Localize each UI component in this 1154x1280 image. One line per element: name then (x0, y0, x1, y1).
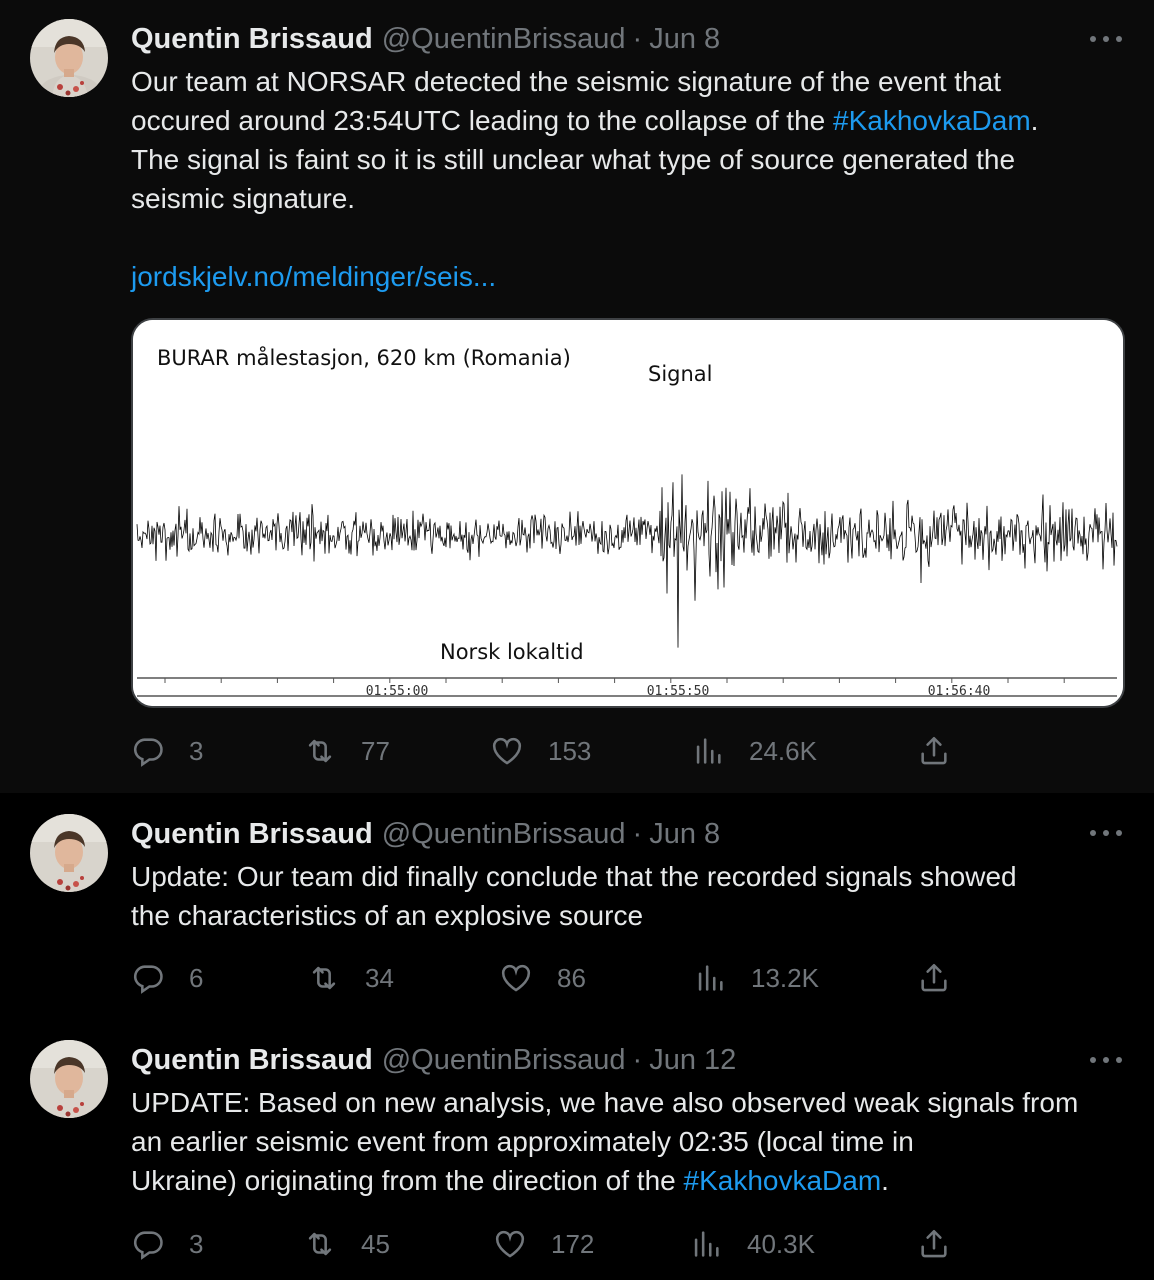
reply-count: 6 (189, 962, 204, 993)
reply-button[interactable]: 6 (131, 956, 203, 1000)
author-handle[interactable]: @QuentinBrissaud (382, 1044, 626, 1077)
like-icon (492, 737, 522, 765)
tick-label: 01:56:40 (928, 684, 991, 699)
tweet[interactable]: Quentin Brissaud @QuentinBrissaud · Jun … (0, 0, 1154, 793)
share-icon (921, 1229, 947, 1258)
text-line: The signal is faint so it is still uncle… (131, 144, 1016, 175)
views-button[interactable]: 13.2K (693, 956, 819, 1000)
reply-button[interactable]: 3 (131, 1222, 203, 1266)
views-count: 24.6K (749, 735, 817, 766)
tweet-text: Update: Our team did finally conclude th… (131, 857, 1131, 935)
more-icon[interactable] (1090, 826, 1122, 840)
views-icon (698, 965, 723, 991)
avatar[interactable] (30, 1040, 108, 1118)
retweet-icon (308, 1232, 332, 1256)
hashtag-link[interactable]: #KakhovkaDam (684, 1165, 882, 1196)
avatar[interactable] (30, 814, 108, 892)
text-line: the characteristics of an explosive sour… (131, 900, 644, 931)
share-icon (921, 736, 947, 765)
views-count: 13.2K (751, 962, 819, 993)
text-segment: occured around 23:54UTC leading to the c… (131, 105, 834, 136)
reply-count: 3 (189, 1228, 204, 1259)
retweet-count: 77 (361, 735, 390, 766)
retweet-count: 34 (365, 962, 394, 993)
tweet-header: Quentin Brissaud @QuentinBrissaud · Jun … (131, 816, 720, 852)
tweet-header: Quentin Brissaud @QuentinBrissaud · Jun … (131, 1042, 736, 1078)
text-segment: . (1030, 105, 1039, 136)
author-name[interactable]: Quentin Brissaud (131, 23, 373, 56)
external-link[interactable]: jordskjelv.no/meldinger/seis... (131, 261, 496, 292)
share-button[interactable] (917, 1222, 951, 1266)
retweet-count: 45 (361, 1228, 390, 1259)
author-name[interactable]: Quentin Brissaud (131, 818, 373, 851)
tick-label: 01:55:50 (647, 684, 710, 699)
tweet-actions: 3 77 153 24.6K (131, 729, 961, 773)
text-line: occured around 23:54UTC leading to the c… (131, 101, 1131, 140)
seismogram-image[interactable]: BURAR målestasjon, 620 km (Romania) Sign… (131, 318, 1125, 708)
like-icon (495, 1230, 525, 1258)
text-segment: Ukraine) originating from the direction … (131, 1165, 684, 1196)
text-line: an earlier seismic event from approximat… (131, 1126, 914, 1157)
tweet-text: Our team at NORSAR detected the seismic … (131, 62, 1131, 296)
text-line: Update: Our team did finally conclude th… (131, 861, 1017, 892)
like-button[interactable]: 172 (493, 1222, 594, 1266)
like-count: 86 (557, 962, 586, 993)
avatar[interactable] (30, 19, 108, 97)
separator: · (632, 817, 643, 850)
more-icon[interactable] (1090, 1053, 1122, 1067)
like-button[interactable]: 86 (499, 956, 586, 1000)
views-icon (694, 1231, 719, 1257)
time-label: Norsk lokaltid (440, 640, 584, 664)
retweet-button[interactable]: 77 (303, 729, 390, 773)
text-line: UPDATE: Based on new analysis, we have a… (131, 1087, 1079, 1118)
reply-icon (133, 1231, 163, 1260)
share-button[interactable] (917, 729, 951, 773)
reply-button[interactable]: 3 (131, 729, 203, 773)
tweet-header: Quentin Brissaud @QuentinBrissaud · Jun … (131, 21, 720, 57)
retweet-button[interactable]: 45 (303, 1222, 390, 1266)
tweet-actions: 6 34 86 13.2K (131, 956, 961, 1000)
retweet-icon (308, 739, 332, 763)
tweet-date[interactable]: Jun 8 (649, 818, 720, 851)
tweet[interactable]: Quentin Brissaud @QuentinBrissaud · Jun … (0, 793, 1154, 1020)
share-button[interactable] (917, 956, 951, 1000)
tweet[interactable]: Quentin Brissaud @QuentinBrissaud · Jun … (0, 1020, 1154, 1280)
author-handle[interactable]: @QuentinBrissaud (382, 23, 626, 56)
author-handle[interactable]: @QuentinBrissaud (382, 818, 626, 851)
like-count: 153 (548, 735, 592, 766)
views-icon (696, 738, 721, 764)
hashtag-link[interactable]: #KakhovkaDam (833, 105, 1031, 136)
text-segment: . (881, 1165, 889, 1196)
text-line: Ukraine) originating from the direction … (131, 1161, 1131, 1200)
tweet-date[interactable]: Jun 8 (649, 23, 720, 56)
reply-icon (133, 965, 163, 994)
seismogram-title: BURAR målestasjon, 620 km (Romania) (157, 345, 571, 370)
reply-icon (133, 738, 163, 767)
tweet-actions: 3 45 172 40.3K (131, 1222, 961, 1266)
share-icon (921, 963, 947, 992)
like-count: 172 (551, 1228, 595, 1259)
more-icon[interactable] (1090, 32, 1122, 46)
tweet-date[interactable]: Jun 12 (649, 1044, 736, 1077)
views-button[interactable]: 40.3K (689, 1222, 815, 1266)
tick-label: 01:55:00 (366, 684, 429, 699)
text-line: seismic signature. (131, 183, 356, 214)
separator: · (632, 22, 643, 55)
views-button[interactable]: 24.6K (691, 729, 817, 773)
like-button[interactable]: 153 (490, 729, 591, 773)
tweet-text: UPDATE: Based on new analysis, we have a… (131, 1083, 1131, 1200)
views-count: 40.3K (747, 1228, 815, 1259)
retweet-icon (312, 966, 336, 990)
reply-count: 3 (189, 735, 204, 766)
separator: · (632, 1043, 643, 1076)
retweet-button[interactable]: 34 (307, 956, 394, 1000)
author-name[interactable]: Quentin Brissaud (131, 1044, 373, 1077)
text-line: Our team at NORSAR detected the seismic … (131, 66, 1001, 97)
like-icon (501, 964, 531, 992)
signal-label: Signal (648, 362, 713, 386)
